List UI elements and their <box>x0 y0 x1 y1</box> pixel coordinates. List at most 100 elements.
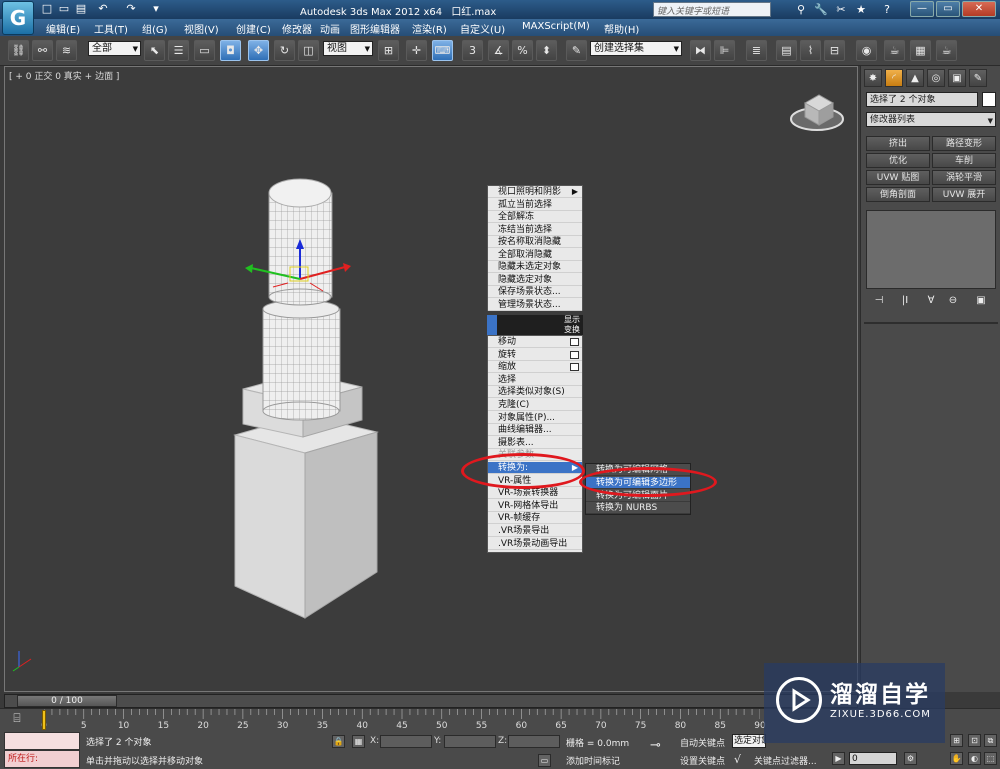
menu-create[interactable]: 创建(C) <box>236 21 271 36</box>
orbit-icon[interactable]: ◐ <box>968 752 981 765</box>
quad-item[interactable]: 旋转 <box>488 349 582 361</box>
key-icon[interactable]: ⊸ <box>650 738 661 753</box>
quad-item[interactable]: 摄影表... <box>488 437 582 449</box>
menu-animation[interactable]: 动画 <box>320 21 340 36</box>
select-rotate-icon[interactable]: ↻ <box>274 40 295 61</box>
align-icon[interactable]: ⊫ <box>714 40 735 61</box>
pin-stack-icon[interactable]: ⊣ <box>871 294 887 308</box>
lock-selection-icon[interactable]: 🔒 <box>332 735 345 748</box>
zoom-extents-icon[interactable]: ⊞ <box>950 734 963 747</box>
quick-access-dropdown-icon[interactable]: ▾ <box>149 2 163 16</box>
quad-item[interactable]: 选择类似对象(S) <box>488 386 582 399</box>
settings-box-icon[interactable] <box>570 363 579 372</box>
time-config-icon[interactable]: ⚙ <box>904 752 917 765</box>
menu-graph-editors[interactable]: 图形编辑器 <box>350 21 400 36</box>
time-slider-thumb[interactable]: 0 / 100 <box>17 695 117 707</box>
bevel-profile-button[interactable]: 倒角剖面 <box>866 187 930 202</box>
key-filters-button[interactable]: 关键点过滤器... <box>754 754 817 767</box>
optimize-button[interactable]: 优化 <box>866 153 930 168</box>
set-key-button[interactable]: 设置关键点 <box>680 754 725 767</box>
quad-item[interactable]: 视口照明和阴影 ▶ <box>488 186 582 198</box>
curve-editor-icon[interactable]: ⌇ <box>800 40 821 61</box>
utilities-tab-icon[interactable]: ✎ <box>969 69 987 87</box>
scene-canvas[interactable] <box>5 67 858 692</box>
key-mode-icon[interactable]: √ <box>734 753 741 766</box>
binoculars-icon[interactable]: ⚲ <box>794 2 808 17</box>
quad-item[interactable]: VR-网格体导出 <box>488 500 582 512</box>
link-icon[interactable]: ⛓ <box>8 40 29 61</box>
selection-filter-dropdown[interactable]: 全部 <box>88 41 141 56</box>
zoom-all-icon[interactable]: ⊡ <box>968 734 981 747</box>
unwrap-uvw-button[interactable]: UVW 展开 <box>932 187 996 202</box>
add-time-tag[interactable]: 添加时间标记 <box>566 754 620 767</box>
angle-snap-icon[interactable]: ∡ <box>488 40 509 61</box>
unlink-icon[interactable]: ⚯ <box>32 40 53 61</box>
object-name-field[interactable]: 选择了 2 个对象 <box>866 92 978 107</box>
field-of-view-icon[interactable]: ⧉ <box>984 734 997 747</box>
select-move-icon[interactable]: ✥ <box>248 40 269 61</box>
x-coordinate-field[interactable] <box>380 735 432 748</box>
material-editor-icon[interactable]: ◉ <box>856 40 877 61</box>
favorites-icon[interactable]: ★ <box>854 2 868 17</box>
schematic-view-icon[interactable]: ⊟ <box>824 40 845 61</box>
time-tag-icon[interactable]: ▭ <box>538 754 551 767</box>
modifier-list-dropdown[interactable]: 修改器列表 <box>866 112 996 129</box>
quad-item[interactable]: 孤立当前选择 <box>488 199 582 211</box>
wrench-icon[interactable]: 🔧 <box>814 2 828 17</box>
convert-submenu-item[interactable]: 转换为 NURBS <box>586 502 690 515</box>
settings-box-icon[interactable] <box>570 338 579 346</box>
y-coordinate-field[interactable] <box>444 735 496 748</box>
snaps-toggle-icon[interactable]: 3 <box>462 40 483 61</box>
quad-item[interactable]: VR-帧缓存 <box>488 512 582 525</box>
uvw-map-button[interactable]: UVW 贴图 <box>866 170 930 185</box>
menu-maxscript[interactable]: MAXScript(M) <box>522 21 590 32</box>
render-setup-icon[interactable]: ☕ <box>884 40 905 61</box>
window-crossing-icon[interactable]: ◘ <box>220 40 241 61</box>
modify-tab-icon[interactable]: ◜ <box>885 69 903 87</box>
motion-tab-icon[interactable]: ◎ <box>927 69 945 87</box>
new-file-icon[interactable]: □ <box>40 2 54 16</box>
quad-item[interactable]: 克隆(C) <box>488 399 582 411</box>
make-unique-icon[interactable]: ∀ <box>923 294 939 308</box>
select-object-icon[interactable]: ⬉ <box>144 40 165 61</box>
menu-modifiers[interactable]: 修改器 <box>282 21 312 36</box>
tools-icon[interactable]: ✂ <box>834 2 848 17</box>
minimize-button[interactable]: — <box>910 1 934 17</box>
quad-item[interactable]: 缩放 <box>488 361 582 374</box>
lathe-button[interactable]: 车削 <box>932 153 996 168</box>
quad-item[interactable]: 对象属性(P)... <box>488 412 582 424</box>
maximize-viewport-icon[interactable]: ⬚ <box>984 752 997 765</box>
save-file-icon[interactable]: ▤ <box>74 2 88 16</box>
viewport-label[interactable]: [ + 0 正交 0 真实 + 边面 ] <box>9 69 119 82</box>
quad-item[interactable]: .VR场景导出 <box>488 525 582 537</box>
pivot-center-icon[interactable]: ⊞ <box>378 40 399 61</box>
quad-item[interactable]: 选择 <box>488 374 582 386</box>
modifier-stack-list[interactable] <box>866 210 996 289</box>
time-cursor[interactable] <box>42 710 46 730</box>
configure-sets-icon[interactable]: ▣ <box>973 294 989 308</box>
remove-modifier-icon[interactable]: ⊖ <box>945 294 961 308</box>
quad-item[interactable]: 冻结当前选择 <box>488 224 582 236</box>
search-input[interactable]: 键入关键字或短语 <box>653 2 771 17</box>
select-scale-icon[interactable]: ◫ <box>298 40 319 61</box>
edit-named-selection-icon[interactable]: ✎ <box>566 40 587 61</box>
maximize-button[interactable]: ▭ <box>936 1 960 17</box>
quad-item[interactable]: 按名称取消隐藏 <box>488 236 582 248</box>
key-selection-dropdown[interactable]: 选定对象 <box>732 734 766 748</box>
time-slider[interactable]: 0 / 100 <box>4 694 858 708</box>
close-button[interactable]: ✕ <box>962 1 996 17</box>
turbosmooth-button[interactable]: 涡轮平滑 <box>932 170 996 185</box>
quad-item[interactable]: 保存场景状态... <box>488 286 582 298</box>
app-logo-icon[interactable]: G <box>2 1 34 35</box>
quad-item[interactable]: .VR场景动画导出 <box>488 538 582 550</box>
next-frame-icon[interactable]: ▶ <box>832 752 845 765</box>
quad-item[interactable]: 隐藏选定对象 <box>488 274 582 286</box>
select-by-name-icon[interactable]: ☰ <box>168 40 189 61</box>
layer-manager-icon[interactable]: ≣ <box>746 40 767 61</box>
maxscript-listener[interactable] <box>4 732 80 750</box>
menu-views[interactable]: 视图(V) <box>184 21 219 36</box>
extrude-button[interactable]: 挤出 <box>866 136 930 151</box>
redo-icon[interactable]: ↷ <box>124 2 138 16</box>
menu-edit[interactable]: 编辑(E) <box>46 21 80 36</box>
open-file-icon[interactable]: ▭ <box>57 2 71 16</box>
